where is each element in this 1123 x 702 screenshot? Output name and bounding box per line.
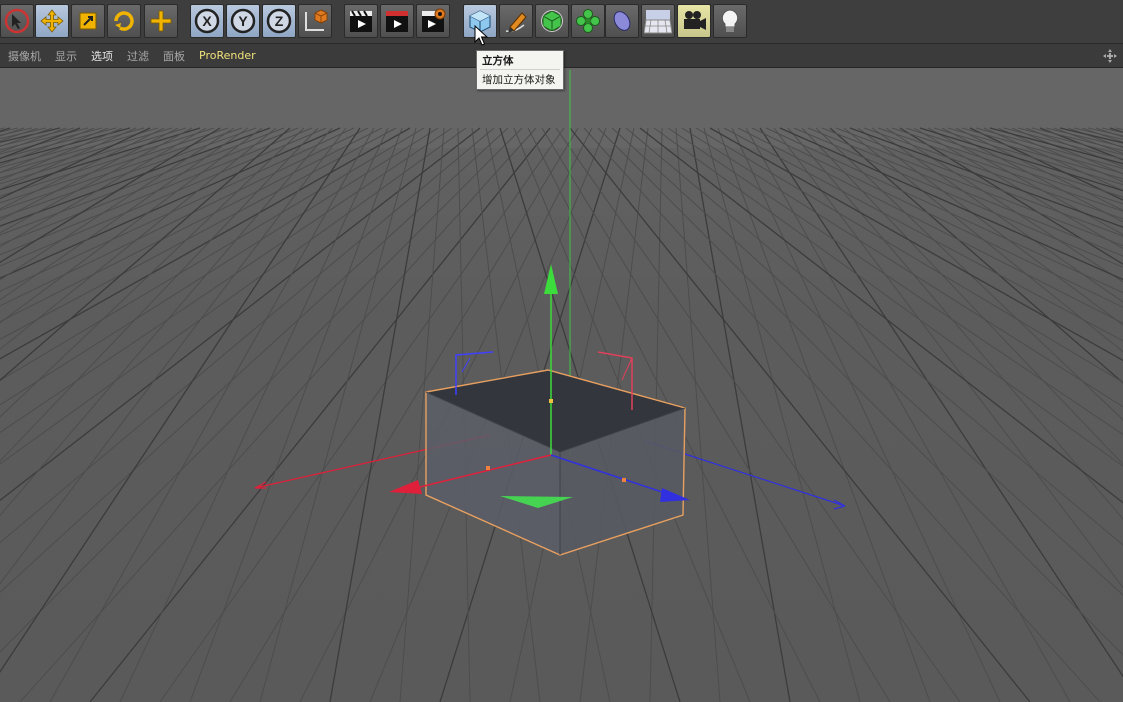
handle-top [549, 399, 553, 403]
x-axis-label: X [202, 13, 212, 29]
subdivision-surface-button[interactable] [535, 4, 569, 38]
perspective-scene [0, 68, 1123, 702]
z-axis-icon: Z [266, 8, 292, 34]
tooltip-description: 增加立方体对象 [482, 74, 556, 86]
menu-camera[interactable]: 摄像机 [8, 48, 41, 64]
green-cube-icon [541, 10, 563, 32]
menu-display[interactable]: 显示 [55, 48, 77, 64]
cube-object [425, 369, 686, 556]
tooltip-divider [480, 69, 560, 70]
mouse-cursor-icon [474, 25, 489, 46]
move-tool-button[interactable] [35, 4, 69, 38]
axis-cube-icon [305, 9, 328, 31]
viewport-navigate-icon[interactable] [1103, 49, 1117, 63]
floor-grid-icon [644, 10, 672, 34]
camera-button[interactable] [677, 4, 711, 38]
rotate-icon [114, 11, 134, 31]
menu-prorender[interactable]: ProRender [199, 49, 256, 62]
rotate-tool-button[interactable] [107, 4, 141, 38]
main-toolbar: X Y Z [0, 0, 1123, 44]
bulb-icon [721, 9, 739, 32]
x-axis-lock-button[interactable]: X [190, 4, 224, 38]
y-axis-icon: Y [230, 8, 256, 34]
gizmo-y-arrow [544, 264, 558, 294]
render-settings-button[interactable] [416, 4, 450, 38]
handle-left [486, 466, 490, 470]
move-arrows-icon [40, 9, 64, 33]
camera-icon [684, 11, 706, 30]
menu-filter[interactable]: 过滤 [127, 48, 149, 64]
flower-icon [576, 9, 600, 33]
arrow-cursor-icon [4, 8, 30, 34]
select-tool-button[interactable] [0, 4, 34, 38]
clapper-play-icon [350, 10, 372, 32]
clapper-red-icon [386, 11, 408, 32]
gizmo-x-arrow [389, 480, 422, 494]
coordinate-system-button[interactable] [298, 4, 332, 38]
tooltip-title: 立方体 [482, 55, 514, 67]
render-view-button[interactable] [344, 4, 378, 38]
menu-options[interactable]: 选项 [91, 48, 113, 64]
bend-icon [613, 11, 631, 31]
pen-spline-button[interactable] [499, 4, 533, 38]
clapper-gear-icon [422, 8, 446, 32]
y-axis-label: Y [238, 13, 248, 29]
light-button[interactable] [713, 4, 747, 38]
menu-panel[interactable]: 面板 [163, 48, 185, 64]
cube-tooltip: 立方体 增加立方体对象 [476, 50, 564, 90]
3d-viewport[interactable] [0, 68, 1123, 702]
x-axis-icon: X [194, 8, 220, 34]
crosshair-plus-icon [150, 10, 172, 32]
scale-icon [79, 12, 97, 30]
y-axis-lock-button[interactable]: Y [226, 4, 260, 38]
z-axis-label: Z [275, 13, 284, 29]
floor-environment-button[interactable] [641, 4, 675, 38]
live-select-tool-button[interactable] [144, 4, 178, 38]
handle-right [622, 478, 626, 482]
cloner-button[interactable] [571, 4, 605, 38]
render-to-picture-viewer-button[interactable] [380, 4, 414, 38]
z-axis-lock-button[interactable]: Z [262, 4, 296, 38]
deformer-button[interactable] [605, 4, 639, 38]
scale-tool-button[interactable] [71, 4, 105, 38]
pen-icon [505, 12, 527, 33]
